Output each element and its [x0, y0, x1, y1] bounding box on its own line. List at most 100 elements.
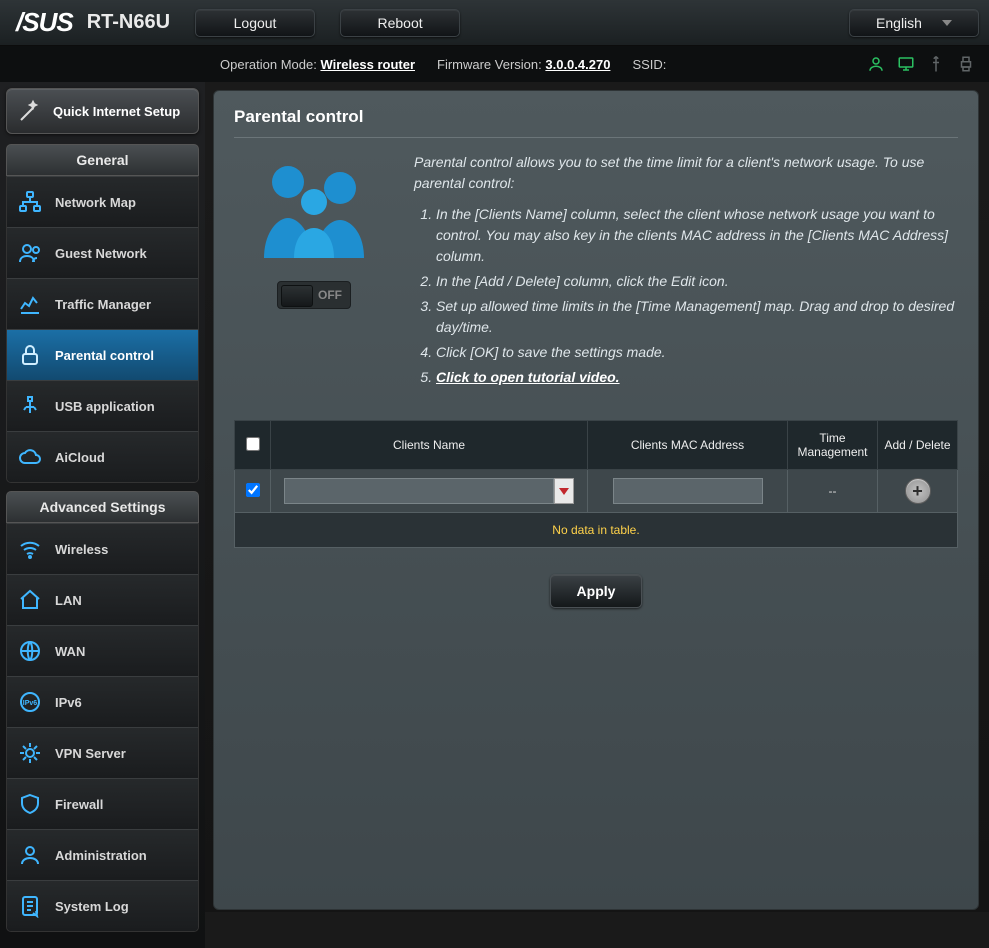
- usb-icon: [17, 393, 43, 419]
- sidebar-general-item-aicloud[interactable]: AiCloud: [7, 431, 198, 482]
- status-bar: Operation Mode: Wireless router Firmware…: [0, 46, 989, 82]
- intro-lead: Parental control allows you to set the t…: [414, 152, 958, 194]
- sidebar-general-item-traffic-manager[interactable]: Traffic Manager: [7, 278, 198, 329]
- col-time: Time Management: [788, 421, 878, 470]
- user-icon[interactable]: [867, 55, 885, 73]
- select-all-checkbox[interactable]: [246, 437, 260, 451]
- ssid-label: SSID:: [632, 57, 666, 72]
- col-mac: Clients MAC Address: [588, 421, 788, 470]
- lock-icon: [17, 342, 43, 368]
- client-name-dropdown[interactable]: [554, 478, 574, 504]
- col-clients-name: Clients Name: [271, 421, 588, 470]
- admin-icon: [17, 842, 43, 868]
- row-checkbox[interactable]: [246, 483, 260, 497]
- sidebar-advanced-item-vpn-server[interactable]: VPN Server: [7, 727, 198, 778]
- instruction-step: In the [Add / Delete] column, click the …: [436, 271, 958, 292]
- guest-icon: [17, 240, 43, 266]
- panel-title: Parental control: [234, 107, 958, 138]
- sidebar-item-label: AiCloud: [55, 450, 105, 465]
- sidebar-item-label: Firewall: [55, 797, 103, 812]
- globe-icon: [17, 638, 43, 664]
- chevron-down-icon: [942, 20, 952, 26]
- quick-internet-setup-button[interactable]: Quick Internet Setup: [6, 88, 199, 134]
- ipv6-icon: IPv6: [17, 689, 43, 715]
- time-management-cell: --: [788, 470, 878, 513]
- brand-logo: /SUS: [16, 7, 73, 38]
- sidebar-general-item-network-map[interactable]: Network Map: [7, 176, 198, 227]
- sidebar-advanced-item-lan[interactable]: LAN: [7, 574, 198, 625]
- intro-text: Parental control allows you to set the t…: [414, 152, 958, 392]
- sidebar-item-label: USB application: [55, 399, 155, 414]
- sidebar-general-item-parental-control[interactable]: Parental control: [7, 329, 198, 380]
- tutorial-video-link[interactable]: Click to open tutorial video.: [436, 369, 620, 385]
- sidebar-item-label: Traffic Manager: [55, 297, 151, 312]
- general-header: General: [6, 144, 199, 176]
- top-bar: /SUS RT-N66U Logout Reboot English: [0, 0, 989, 46]
- instruction-list: In the [Clients Name] column, select the…: [436, 204, 958, 388]
- toggle-label: OFF: [318, 288, 342, 302]
- sidebar-advanced-item-administration[interactable]: Administration: [7, 829, 198, 880]
- instruction-step: In the [Clients Name] column, select the…: [436, 204, 958, 267]
- traffic-icon: [17, 291, 43, 317]
- sidebar-item-label: Wireless: [55, 542, 108, 557]
- sidebar-advanced-item-system-log[interactable]: System Log: [7, 880, 198, 931]
- wifi-icon: [17, 536, 43, 562]
- apply-button[interactable]: Apply: [550, 574, 643, 608]
- sidebar-advanced-item-wireless[interactable]: Wireless: [7, 523, 198, 574]
- printer-icon[interactable]: [957, 55, 975, 73]
- opmode-label: Operation Mode:: [220, 57, 317, 72]
- cloud-icon: [17, 444, 43, 470]
- sidebar-item-label: VPN Server: [55, 746, 126, 761]
- sidebar: Quick Internet Setup General Network Map…: [0, 82, 205, 948]
- sidebar-general-item-guest-network[interactable]: Guest Network: [7, 227, 198, 278]
- menu-general: Network Map Guest Network Traffic Manager P…: [6, 176, 199, 483]
- mac-address-input[interactable]: [613, 478, 763, 504]
- menu-advanced: Wireless LAN WAN IPv6 IPv6 VPN Server Firewall…: [6, 523, 199, 932]
- sidebar-item-label: Network Map: [55, 195, 136, 210]
- sidebar-item-label: Administration: [55, 848, 147, 863]
- network-map-icon: [17, 189, 43, 215]
- log-icon: [17, 893, 43, 919]
- instruction-step: Click to open tutorial video.: [436, 367, 958, 388]
- model-name: RT-N66U: [87, 11, 170, 34]
- dropdown-triangle-icon: [559, 488, 569, 495]
- sidebar-item-label: Guest Network: [55, 246, 147, 261]
- no-data-message: No data in table.: [235, 513, 958, 548]
- logout-button[interactable]: Logout: [195, 9, 315, 37]
- sidebar-item-label: WAN: [55, 644, 85, 659]
- sidebar-advanced-item-wan[interactable]: WAN: [7, 625, 198, 676]
- sidebar-item-label: Parental control: [55, 348, 154, 363]
- parental-control-panel: Parental control: [213, 90, 979, 910]
- clients-table: Clients Name Clients MAC Address Time Ma…: [234, 420, 958, 548]
- sidebar-item-label: IPv6: [55, 695, 82, 710]
- firmware-value[interactable]: 3.0.0.4.270: [545, 57, 610, 72]
- status-icons: [867, 55, 975, 73]
- vpn-icon: [17, 740, 43, 766]
- sidebar-general-item-usb-application[interactable]: USB application: [7, 380, 198, 431]
- monitor-icon[interactable]: [897, 55, 915, 73]
- family-icon: [254, 158, 374, 263]
- col-add-delete: Add / Delete: [878, 421, 958, 470]
- sidebar-advanced-item-firewall[interactable]: Firewall: [7, 778, 198, 829]
- sidebar-item-label: LAN: [55, 593, 82, 608]
- language-dropdown[interactable]: English: [849, 9, 979, 37]
- instruction-step: Click [OK] to save the settings made.: [436, 342, 958, 363]
- sidebar-item-label: System Log: [55, 899, 129, 914]
- qis-label: Quick Internet Setup: [53, 104, 180, 119]
- wand-icon: [17, 98, 43, 124]
- language-label: English: [876, 15, 922, 31]
- home-icon: [17, 587, 43, 613]
- svg-text:IPv6: IPv6: [23, 700, 38, 707]
- parental-control-toggle[interactable]: OFF: [277, 281, 351, 309]
- usb-status-icon[interactable]: [927, 55, 945, 73]
- table-input-row: -- +: [235, 470, 958, 513]
- reboot-button[interactable]: Reboot: [340, 9, 460, 37]
- sidebar-advanced-item-ipv6[interactable]: IPv6 IPv6: [7, 676, 198, 727]
- add-row-button[interactable]: +: [905, 478, 931, 504]
- client-name-input[interactable]: [284, 478, 554, 504]
- advanced-header: Advanced Settings: [6, 491, 199, 523]
- firmware-label: Firmware Version:: [437, 57, 542, 72]
- content-area: Parental control: [205, 82, 989, 948]
- opmode-value[interactable]: Wireless router: [320, 57, 415, 72]
- shield-icon: [17, 791, 43, 817]
